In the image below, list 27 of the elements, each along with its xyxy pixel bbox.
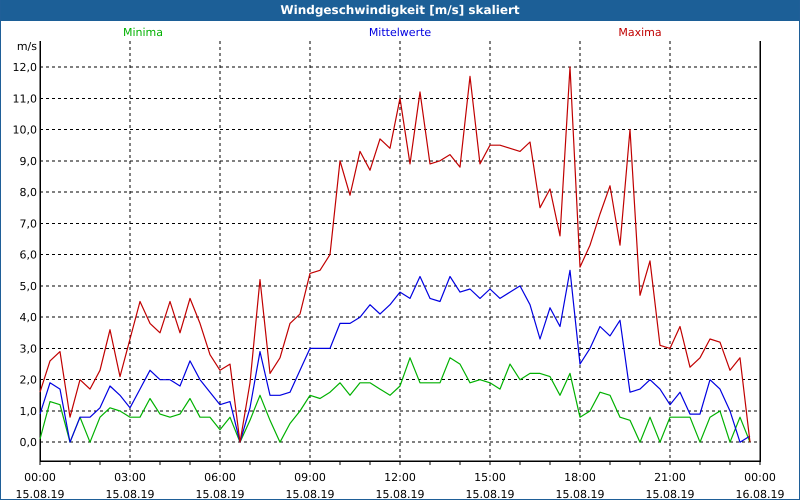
axis-tick-label: 03:00 15.08.19	[106, 471, 154, 499]
axis-tick-label: 18:00 15.08.19	[556, 471, 604, 499]
axis-tick-label: 06:00 15.08.19	[196, 471, 244, 499]
axis-tick-label: 8,0	[20, 186, 37, 200]
axis-tick-label: 1,0	[20, 404, 37, 418]
axis-tick-label: 3,0	[20, 342, 37, 356]
axis-tick-label: 4,0	[20, 311, 37, 324]
axis-tick-label: 2,0	[20, 374, 37, 387]
legend-label: Mittelwerte	[368, 26, 432, 39]
axis-tick-label: 0,0	[20, 436, 37, 450]
axis-tick-label: 12,0	[12, 61, 37, 74]
axis-tick-label: 09:00 15.08.19	[286, 471, 334, 499]
window-title: Windgeschwindigkeit [m/s] skaliert	[1, 0, 799, 21]
axis-tick-label: 11,0	[12, 92, 37, 106]
axis-tick-label: 00:00 15.08.19	[16, 471, 64, 499]
legend-label: Minima	[122, 26, 164, 39]
axis-unit-label: m/s	[16, 40, 37, 53]
legend-label: Maxima	[618, 26, 662, 39]
axis-tick-label: 00:00 16.08.19	[736, 471, 784, 499]
axis-tick-label: 5,0	[20, 280, 37, 293]
axis-tick-label: 10,0	[12, 124, 37, 137]
axis-tick-label: 12:00 15.08.19	[376, 471, 424, 499]
axis-tick-label: 7,0	[20, 217, 37, 230]
axis-tick-label: 15:00 15.08.19	[466, 471, 514, 499]
axis-tick-label: 21:00 15.08.19	[646, 471, 694, 499]
axis-tick-label: 6,0	[20, 248, 37, 262]
axis-tick-label: 9,0	[20, 154, 37, 168]
